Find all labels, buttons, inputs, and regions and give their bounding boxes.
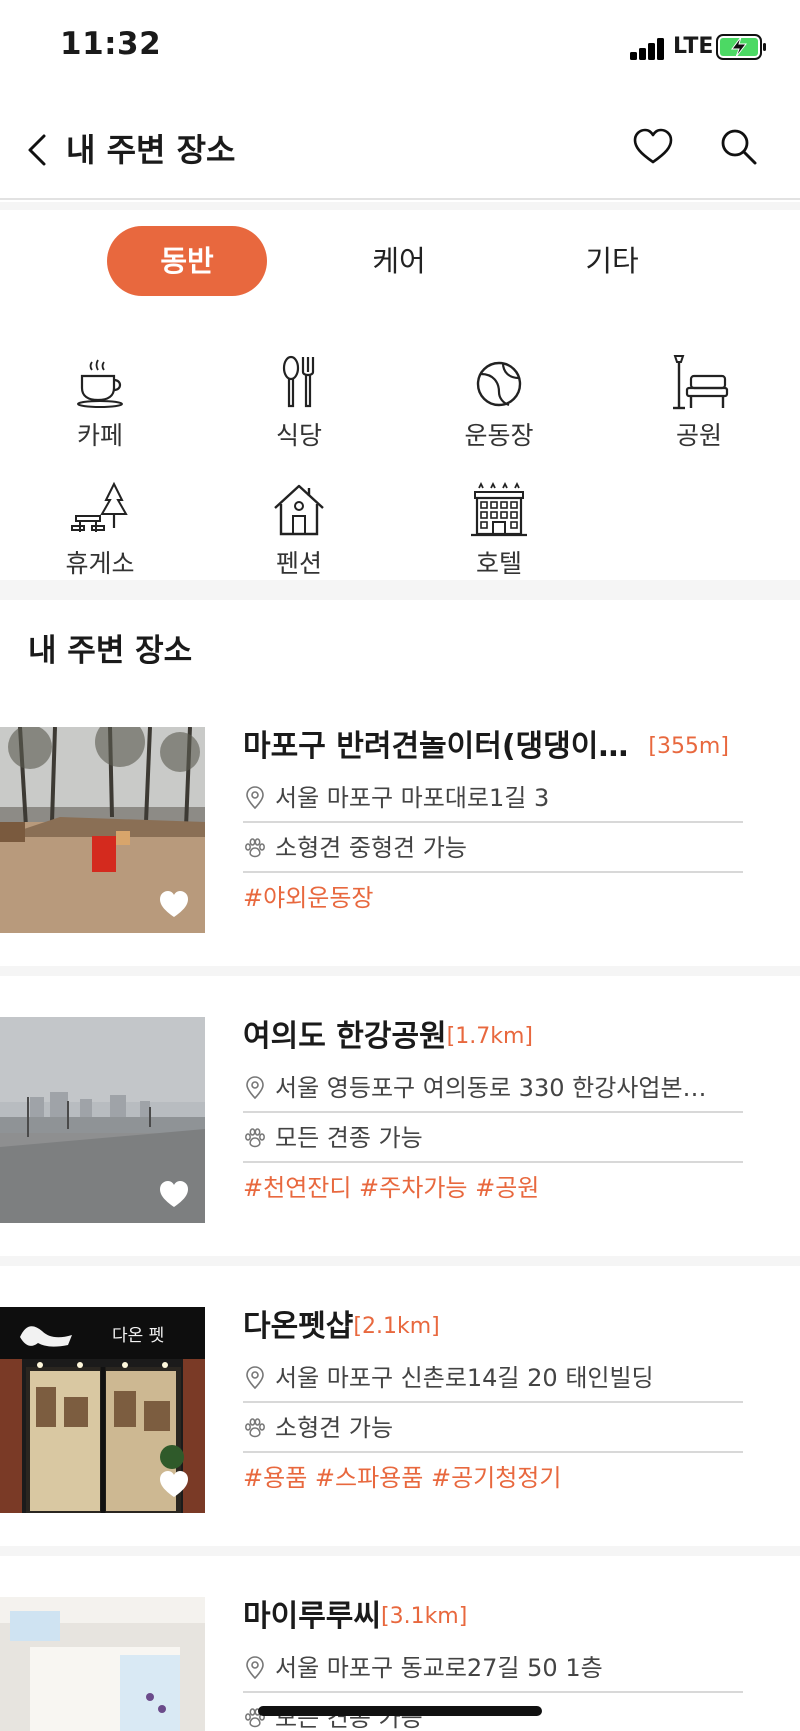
location-pin-icon bbox=[246, 1366, 264, 1390]
place-pets: 소형견 중형견 가능 bbox=[275, 834, 467, 862]
category-label: 카페 bbox=[76, 421, 123, 450]
place-info: 마포구 반려견놀이터(댕댕이… [355m] 서울 마포구 마포대로1길 3 소형… bbox=[243, 727, 743, 923]
place-distance: [2.1km] bbox=[353, 1314, 440, 1339]
favorites-heart-icon[interactable] bbox=[630, 124, 676, 170]
favorite-heart-icon[interactable] bbox=[158, 889, 190, 919]
place-distance: [1.7km] bbox=[446, 1024, 533, 1049]
item-divider bbox=[0, 966, 800, 976]
category-label: 식당 bbox=[275, 421, 322, 450]
fork-spoon-icon bbox=[282, 355, 315, 408]
divider bbox=[0, 202, 800, 210]
place-pets: 소형견 가능 bbox=[275, 1414, 394, 1442]
place-name: 마포구 반려견놀이터(댕댕이… bbox=[243, 729, 629, 764]
category-label: 펜션 bbox=[275, 549, 322, 578]
place-pets-row: 소형견 중형견 가능 bbox=[243, 823, 743, 873]
place-address-row: 서울 마포구 동교로27길 50 1층 bbox=[243, 1643, 743, 1693]
category-cafe[interactable]: 카페 bbox=[35, 352, 165, 462]
place-address: 서울 마포구 신촌로14길 20 태인빌딩 bbox=[275, 1364, 654, 1392]
place-info: 여의도 한강공원[1.7km] 서울 영등포구 여의동로 330 한강사업본… … bbox=[243, 1017, 743, 1213]
status-bar: 11:32 LTE bbox=[0, 0, 800, 100]
category-label: 휴게소 bbox=[65, 549, 135, 578]
category-restaurant[interactable]: 식당 bbox=[234, 352, 364, 462]
category-label: 공원 bbox=[675, 421, 722, 450]
navigation-bar: 내 주변 장소 bbox=[0, 100, 800, 200]
location-pin-icon bbox=[246, 786, 264, 810]
tab-companion[interactable]: 동반 bbox=[107, 226, 267, 296]
home-indicator[interactable] bbox=[258, 1706, 542, 1716]
place-pets-row: 소형견 가능 bbox=[243, 1403, 743, 1453]
place-name: 다온펫샵 bbox=[243, 1309, 354, 1344]
search-icon[interactable] bbox=[716, 124, 762, 170]
location-pin-icon bbox=[246, 1656, 264, 1680]
place-distance: [3.1km] bbox=[381, 1604, 468, 1629]
network-type: LTE bbox=[673, 34, 714, 59]
place-pets-row: 모든 견종 가능 bbox=[243, 1113, 743, 1163]
coffee-cup-icon bbox=[77, 359, 123, 408]
place-tags: #천연잔디 #주차가능 #공원 bbox=[243, 1174, 540, 1202]
paw-icon bbox=[245, 1128, 265, 1148]
category-park[interactable]: 공원 bbox=[634, 352, 764, 462]
place-tags: #야외운동장 bbox=[243, 884, 374, 912]
favorite-heart-icon[interactable] bbox=[158, 1179, 190, 1209]
category-label: 운동장 bbox=[464, 421, 534, 450]
place-photo bbox=[0, 727, 205, 933]
place-pets: 모든 견종 가능 bbox=[275, 1124, 423, 1152]
place-address: 서울 영등포구 여의동로 330 한강사업본… bbox=[275, 1074, 707, 1102]
category-rest-area[interactable]: 휴게소 bbox=[35, 480, 165, 590]
list-item[interactable]: 마포구 반려견놀이터(댕댕이… [355m] 서울 마포구 마포대로1길 3 소형… bbox=[0, 727, 800, 933]
place-name: 마이루루씨 bbox=[243, 1599, 381, 1634]
place-tags: #용품 #스파용품 #공기청정기 bbox=[243, 1464, 562, 1492]
favorite-heart-icon[interactable] bbox=[158, 1469, 190, 1499]
place-name-row: 다온펫샵[2.1km] bbox=[243, 1307, 743, 1347]
page-title: 내 주변 장소 bbox=[66, 131, 236, 169]
back-arrow-icon[interactable] bbox=[20, 122, 70, 178]
place-address: 서울 마포구 마포대로1길 3 bbox=[275, 784, 550, 812]
place-address-row: 서울 마포구 마포대로1길 3 bbox=[243, 773, 743, 823]
signal-strength-icon bbox=[630, 36, 666, 60]
rest-area-icon bbox=[71, 481, 128, 532]
category-playground[interactable]: 운동장 bbox=[434, 352, 564, 462]
park-bench-icon bbox=[673, 355, 729, 410]
section-divider bbox=[0, 580, 800, 600]
place-address: 서울 마포구 동교로27길 50 1층 bbox=[275, 1654, 603, 1682]
place-info: 다온펫샵[2.1km] 서울 마포구 신촌로14길 20 태인빌딩 소형견 가능… bbox=[243, 1307, 743, 1503]
list-item[interactable]: 여의도 한강공원[1.7km] 서울 영등포구 여의동로 330 한강사업본… … bbox=[0, 1017, 800, 1223]
category-pension[interactable]: 펜션 bbox=[234, 480, 364, 590]
place-name-row: 마포구 반려견놀이터(댕댕이… [355m] bbox=[243, 727, 743, 767]
place-distance: [355m] bbox=[648, 734, 729, 759]
place-name-row: 여의도 한강공원[1.7km] bbox=[243, 1017, 743, 1057]
place-photo: 다온 펫 bbox=[0, 1307, 205, 1513]
item-divider bbox=[0, 1546, 800, 1556]
place-photo bbox=[0, 1017, 205, 1223]
paw-icon bbox=[245, 1418, 265, 1438]
paw-icon bbox=[245, 838, 265, 858]
category-tabs: 동반 케어 기타 bbox=[0, 222, 800, 298]
battery-charging-icon bbox=[716, 34, 766, 60]
hotel-icon bbox=[471, 481, 527, 537]
category-label: 호텔 bbox=[475, 549, 522, 578]
ball-icon bbox=[476, 361, 522, 407]
place-address-row: 서울 마포구 신촌로14길 20 태인빌딩 bbox=[243, 1353, 743, 1403]
list-item[interactable]: 다온 펫 다온펫샵[2.1km] 서울 마포구 신촌로14길 20 태인빌딩 소… bbox=[0, 1307, 800, 1513]
tab-etc[interactable]: 기타 bbox=[532, 226, 692, 296]
place-photo bbox=[0, 1597, 205, 1731]
item-divider bbox=[0, 1256, 800, 1266]
category-grid: 카페 식당 운동장 공원 휴게소 펜션 호텔 bbox=[0, 340, 800, 580]
status-time: 11:32 bbox=[60, 26, 162, 62]
tab-care[interactable]: 케어 bbox=[319, 226, 479, 296]
place-name-row: 마이루루씨[3.1km] bbox=[243, 1597, 743, 1637]
shop-sign-text: 다온 펫 bbox=[112, 1326, 164, 1346]
place-name: 여의도 한강공원 bbox=[243, 1019, 447, 1054]
place-address-row: 서울 영등포구 여의동로 330 한강사업본… bbox=[243, 1063, 743, 1113]
category-hotel[interactable]: 호텔 bbox=[434, 480, 564, 590]
section-title: 내 주변 장소 bbox=[28, 633, 193, 669]
location-pin-icon bbox=[246, 1076, 264, 1100]
house-icon bbox=[274, 484, 324, 536]
